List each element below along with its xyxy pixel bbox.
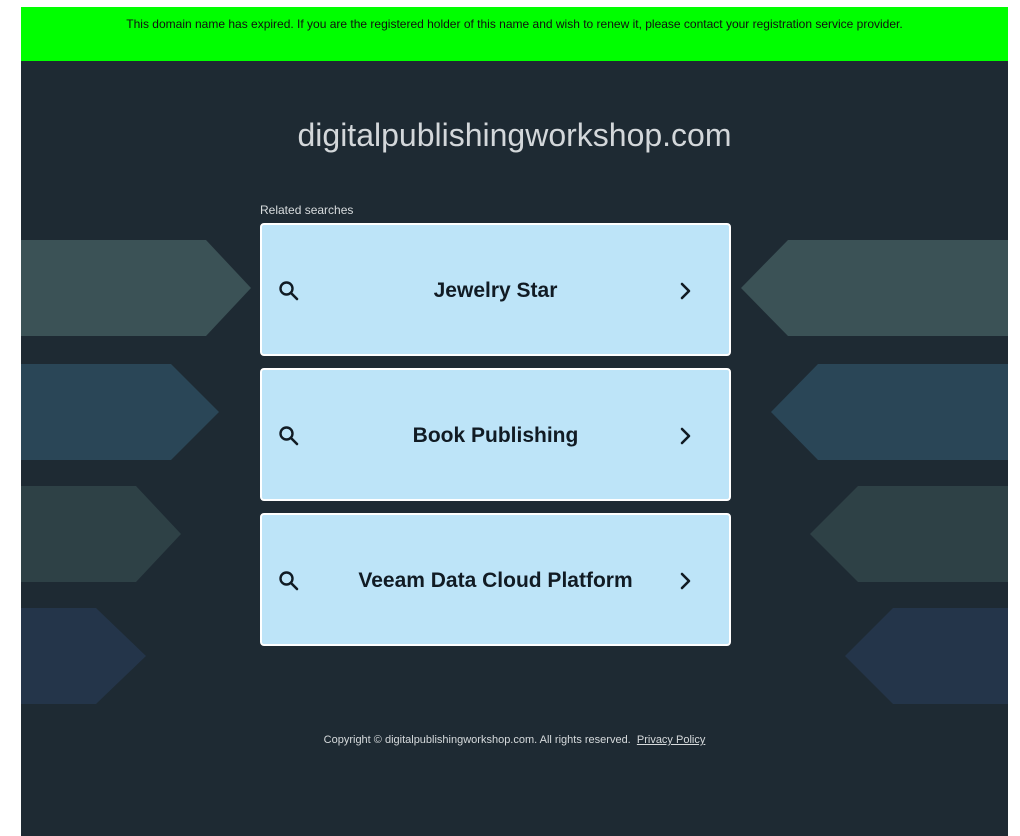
left-arrow-4	[21, 608, 146, 704]
related-search-jewelry-star[interactable]: Jewelry Star	[260, 223, 731, 356]
privacy-policy-link[interactable]: Privacy Policy	[637, 734, 705, 746]
page-frame: This domain name has expired. If you are…	[21, 7, 1008, 836]
chevron-right-icon	[680, 282, 691, 300]
right-arrow-4	[845, 608, 1008, 704]
search-icon	[279, 426, 299, 446]
related-searches-label: Related searches	[260, 203, 354, 217]
related-search-book-publishing[interactable]: Book Publishing	[260, 368, 731, 501]
search-icon	[279, 571, 299, 591]
right-arrow-3	[810, 486, 1008, 582]
related-search-label: Jewelry Star	[433, 279, 558, 302]
right-arrow-2	[771, 364, 1008, 460]
chevron-right-icon	[680, 427, 691, 445]
left-arrow-2	[21, 364, 219, 460]
right-arrow-1	[741, 240, 1008, 336]
expired-banner: This domain name has expired. If you are…	[21, 7, 1008, 61]
left-arrow-3	[21, 486, 181, 582]
related-search-label: Veeam Data Cloud Platform	[358, 569, 633, 592]
search-icon	[279, 281, 299, 301]
left-arrow-1	[21, 240, 251, 336]
footer: Copyright © digitalpublishingworkshop.co…	[21, 733, 1008, 747]
domain-title: digitalpublishingworkshop.com	[297, 117, 732, 153]
expired-banner-text: This domain name has expired. If you are…	[126, 17, 903, 31]
related-search-veeam-data-cloud-platform[interactable]: Veeam Data Cloud Platform	[260, 513, 731, 646]
related-search-label: Book Publishing	[412, 424, 579, 447]
chevron-right-icon	[680, 572, 691, 590]
copyright-text: Copyright © digitalpublishingworkshop.co…	[323, 734, 631, 746]
